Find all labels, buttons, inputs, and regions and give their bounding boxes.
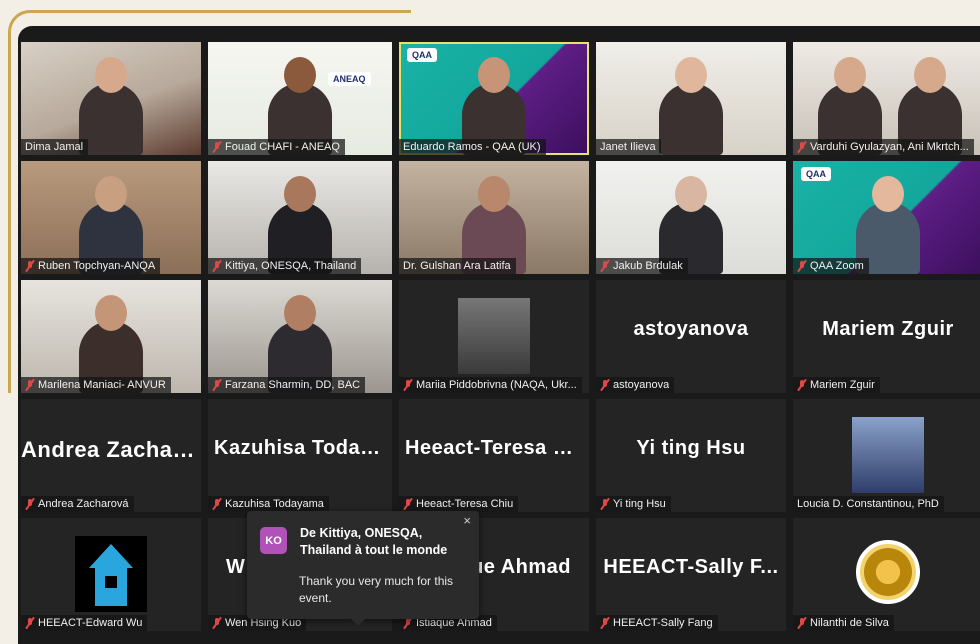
nameplate: Dr. Gulshan Ara Latifa — [399, 258, 516, 274]
video-tile[interactable]: Janet Ilieva — [596, 42, 786, 155]
video-tile[interactable]: ANEAQ Fouad CHAFI - ANEAQ — [208, 42, 392, 155]
university-seal-icon — [856, 540, 920, 604]
nameplate: Ruben Topchyan-ANQA — [21, 258, 161, 274]
nameplate: Andrea Zacharová — [21, 496, 134, 512]
mic-muted-icon — [600, 617, 610, 629]
nameplate: HEEACT-Sally Fang — [596, 615, 718, 631]
video-tile[interactable]: Ruben Topchyan-ANQA — [21, 161, 201, 274]
mic-muted-icon — [212, 379, 222, 391]
house-logo-icon — [89, 544, 133, 568]
mic-muted-icon — [25, 498, 35, 510]
nameplate: HEEACT-Edward Wu — [21, 615, 148, 631]
mic-muted-icon — [25, 260, 35, 272]
mic-muted-icon — [212, 141, 222, 153]
mic-muted-icon — [212, 617, 222, 629]
participant-video — [659, 57, 723, 155]
display-name: HEEACT-Sally F... — [603, 556, 779, 578]
video-tile[interactable]: Jakub Brdulak — [596, 161, 786, 274]
video-tile[interactable]: Marilena Maniaci- ANVUR — [21, 280, 201, 393]
video-tile[interactable]: Yi ting Hsu Yi ting Hsu — [596, 399, 786, 512]
video-tile[interactable]: Dr. Gulshan Ara Latifa — [399, 161, 589, 274]
mic-muted-icon — [25, 379, 35, 391]
mic-muted-icon — [600, 498, 610, 510]
display-name: Mariem Zguir — [822, 318, 954, 340]
video-tile[interactable]: Farzana Sharmin, DD, BAC — [208, 280, 392, 393]
qaa-logo: QAA — [407, 48, 437, 62]
video-grid: Dima Jamal ANEAQ Fouad CHAFI - ANEAQ QAA… — [21, 42, 980, 631]
avatar: KO — [260, 527, 287, 554]
mic-muted-icon — [797, 379, 807, 391]
chat-notification[interactable]: KO De Kittiya, ONESQA, Thailand à tout l… — [247, 511, 479, 626]
video-tile[interactable]: Varduhi Gyulazyan, Ani Mkrtch... — [793, 42, 980, 155]
nameplate: Fouad CHAFI - ANEAQ — [208, 139, 345, 155]
qaa-logo: QAA — [801, 167, 831, 181]
video-tile[interactable]: Mariem Zguir Mariem Zguir — [793, 280, 980, 393]
display-name: Heeact-Teresa C... — [405, 437, 586, 459]
nameplate: Yi ting Hsu — [596, 496, 671, 512]
chat-message: Thank you very much for this event. — [299, 574, 454, 605]
mic-muted-icon — [403, 379, 413, 391]
close-icon[interactable]: × — [463, 513, 471, 528]
nameplate: Loucia D. Constantinou, PhD — [793, 496, 944, 512]
display-name: astoyanova — [633, 318, 749, 340]
video-tile[interactable]: Andrea Zacharo... Andrea Zacharová — [21, 399, 201, 512]
nameplate: Heeact-Teresa Chiu — [399, 496, 519, 512]
nameplate: Mariia Piddobrivna (NAQA, Ukr... — [399, 377, 582, 393]
mic-muted-icon — [797, 260, 807, 272]
mic-muted-icon — [25, 617, 35, 629]
video-tile[interactable]: Nilanthi de Silva — [793, 518, 980, 631]
profile-picture — [75, 536, 147, 612]
nameplate: Janet Ilieva — [596, 139, 661, 155]
video-tile[interactable]: Kazuhisa Today... Kazuhisa Todayama — [208, 399, 392, 512]
profile-picture — [458, 298, 530, 374]
nameplate: QAA Zoom — [793, 258, 869, 274]
mic-muted-icon — [212, 498, 222, 510]
mic-muted-icon — [797, 141, 807, 153]
mic-muted-icon — [403, 498, 413, 510]
nameplate: Varduhi Gyulazyan, Ani Mkrtch... — [793, 139, 974, 155]
profile-picture — [852, 417, 924, 493]
video-tile[interactable]: QAA QAA Zoom — [793, 161, 980, 274]
nameplate: Farzana Sharmin, DD, BAC — [208, 377, 366, 393]
nameplate: Marilena Maniaci- ANVUR — [21, 377, 171, 393]
video-tile[interactable]: Kittiya, ONESQA, Thailand — [208, 161, 392, 274]
nameplate: Jakub Brdulak — [596, 258, 688, 274]
display-name: Andrea Zacharo... — [21, 437, 201, 462]
mic-muted-icon — [600, 379, 610, 391]
video-tile[interactable]: HEEACT-Edward Wu — [21, 518, 201, 631]
display-name: Kazuhisa Today... — [214, 437, 389, 459]
nameplate: Eduardo Ramos - QAA (UK) — [399, 139, 546, 155]
nameplate: Kittiya, ONESQA, Thailand — [208, 258, 362, 274]
video-tile[interactable]: astoyanova astoyanova — [596, 280, 786, 393]
nameplate: Mariem Zguir — [793, 377, 880, 393]
nameplate: Nilanthi de Silva — [793, 615, 894, 631]
video-tile[interactable]: Mariia Piddobrivna (NAQA, Ukr... — [399, 280, 589, 393]
chat-sender: De Kittiya, ONESQA, Thailand à tout le m… — [300, 526, 448, 557]
aneaq-logo: ANEAQ — [328, 72, 371, 86]
nameplate: Dima Jamal — [21, 139, 89, 155]
video-tile[interactable]: Dima Jamal — [21, 42, 201, 155]
zoom-gallery-window: Dima Jamal ANEAQ Fouad CHAFI - ANEAQ QAA… — [18, 26, 980, 644]
display-name: Yi ting Hsu — [636, 437, 746, 459]
video-tile-active-speaker[interactable]: QAA Eduardo Ramos - QAA (UK) — [399, 42, 589, 155]
participant-video — [79, 57, 143, 155]
mic-muted-icon — [797, 617, 807, 629]
mic-muted-icon — [600, 260, 610, 272]
video-tile[interactable]: Heeact-Teresa C... Heeact-Teresa Chiu — [399, 399, 589, 512]
nameplate: astoyanova — [596, 377, 675, 393]
mic-muted-icon — [212, 260, 222, 272]
video-tile[interactable]: HEEACT-Sally F... HEEACT-Sally Fang — [596, 518, 786, 631]
video-tile[interactable]: Loucia D. Constantinou, PhD — [793, 399, 980, 512]
nameplate: Kazuhisa Todayama — [208, 496, 329, 512]
